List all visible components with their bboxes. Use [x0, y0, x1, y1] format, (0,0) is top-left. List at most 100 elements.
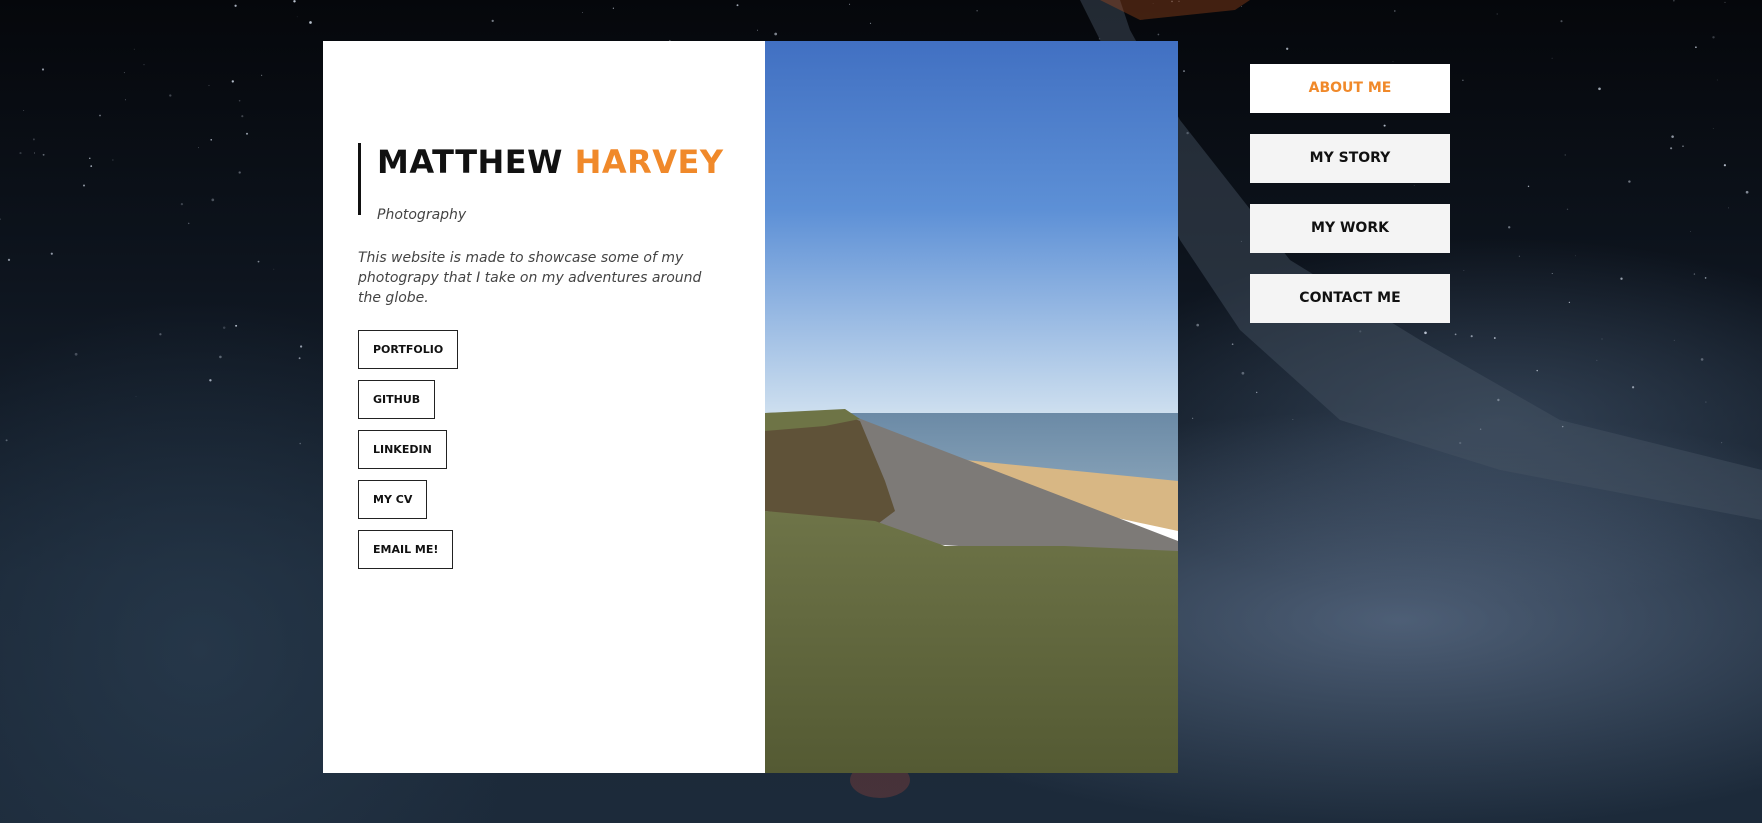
star: [1723, 164, 1726, 167]
star: [210, 139, 212, 141]
star: [1393, 10, 1396, 12]
star: [1518, 255, 1521, 257]
star: [257, 260, 260, 263]
star: [1721, 442, 1723, 444]
star: [1292, 418, 1294, 420]
subtitle: Photography: [377, 207, 467, 223]
page-title: MATTHEW HARVEY: [377, 143, 724, 181]
star: [19, 152, 22, 155]
email-button[interactable]: EMAIL ME!: [358, 530, 454, 569]
main-nav: ABOUT ME MY STORY MY WORK CONTACT ME: [1250, 64, 1450, 344]
github-button[interactable]: GITHUB: [358, 380, 436, 419]
star: [1551, 273, 1553, 274]
description: This website is made to showcase some of…: [358, 250, 702, 306]
linkedin-button[interactable]: LINKEDIN: [358, 430, 447, 469]
star: [209, 379, 212, 382]
link-buttons: PORTFOLIO GITHUB LINKEDIN MY CV EMAIL ME…: [358, 330, 459, 580]
star: [99, 114, 101, 117]
star: [1690, 231, 1691, 232]
star: [976, 10, 978, 12]
star: [1566, 208, 1569, 210]
star: [1508, 226, 1511, 229]
star: [187, 222, 190, 225]
star: [757, 29, 759, 31]
star: [1671, 135, 1674, 138]
star: [1286, 47, 1289, 50]
star: [1536, 369, 1538, 372]
star: [273, 268, 275, 270]
coastline-photo: [765, 41, 1178, 773]
profile-card: MATTHEW HARVEY Photography This website …: [323, 41, 1178, 773]
star: [1745, 190, 1749, 194]
star: [222, 326, 226, 330]
star: [1712, 128, 1714, 129]
name-heading-block: MATTHEW HARVEY: [358, 143, 724, 215]
star: [1601, 338, 1603, 340]
star: [1695, 46, 1697, 49]
star: [211, 198, 215, 202]
star: [1183, 70, 1185, 73]
star: [124, 99, 126, 101]
star: [32, 138, 35, 141]
star: [299, 345, 303, 348]
star: [231, 80, 234, 83]
star: [1568, 301, 1571, 304]
nav-about-me[interactable]: ABOUT ME: [1250, 64, 1450, 113]
star: [241, 115, 244, 118]
star: [143, 64, 145, 66]
star: [1256, 391, 1258, 394]
star: [238, 99, 241, 102]
star: [1628, 180, 1631, 183]
star: [245, 132, 249, 135]
star: [1463, 269, 1465, 271]
cv-button[interactable]: MY CV: [358, 480, 428, 519]
star: [235, 324, 238, 327]
star: [1564, 154, 1566, 156]
star: [50, 252, 53, 255]
star: [1527, 185, 1530, 188]
star: [1700, 358, 1704, 361]
star: [180, 202, 184, 206]
star: [1712, 36, 1715, 39]
star: [774, 32, 778, 36]
star: [1196, 323, 1200, 327]
portfolio-button[interactable]: PORTFOLIO: [358, 330, 459, 369]
star: [34, 152, 35, 154]
star: [159, 333, 162, 336]
star: [1240, 6, 1242, 8]
star: [74, 352, 78, 356]
star: [1673, 0, 1675, 2]
star: [293, 0, 296, 3]
star: [612, 7, 614, 9]
star: [1620, 277, 1623, 280]
star: [1704, 277, 1707, 279]
last-name: HARVEY: [574, 143, 724, 181]
star: [1682, 145, 1684, 147]
star: [309, 21, 312, 24]
star: [1392, 61, 1394, 62]
star: [296, 16, 298, 18]
star: [135, 396, 137, 397]
star: [41, 68, 45, 71]
star: [1192, 417, 1194, 419]
star: [869, 22, 872, 25]
star: [1631, 386, 1635, 389]
star: [1596, 359, 1598, 361]
star: [261, 74, 263, 76]
star: [123, 72, 125, 74]
star: [5, 439, 8, 442]
star: [82, 184, 86, 187]
star: [849, 3, 851, 5]
star: [1560, 20, 1563, 23]
star: [1670, 147, 1673, 150]
nav-contact-me[interactable]: CONTACT ME: [1250, 274, 1450, 323]
star: [238, 171, 241, 174]
star: [234, 4, 237, 7]
star: [0, 218, 1, 220]
nav-my-story[interactable]: MY STORY: [1250, 134, 1450, 183]
nav-my-work[interactable]: MY WORK: [1250, 204, 1450, 253]
first-name: MATTHEW: [377, 143, 563, 181]
star: [169, 94, 172, 97]
star: [298, 357, 301, 360]
star: [1454, 333, 1457, 336]
